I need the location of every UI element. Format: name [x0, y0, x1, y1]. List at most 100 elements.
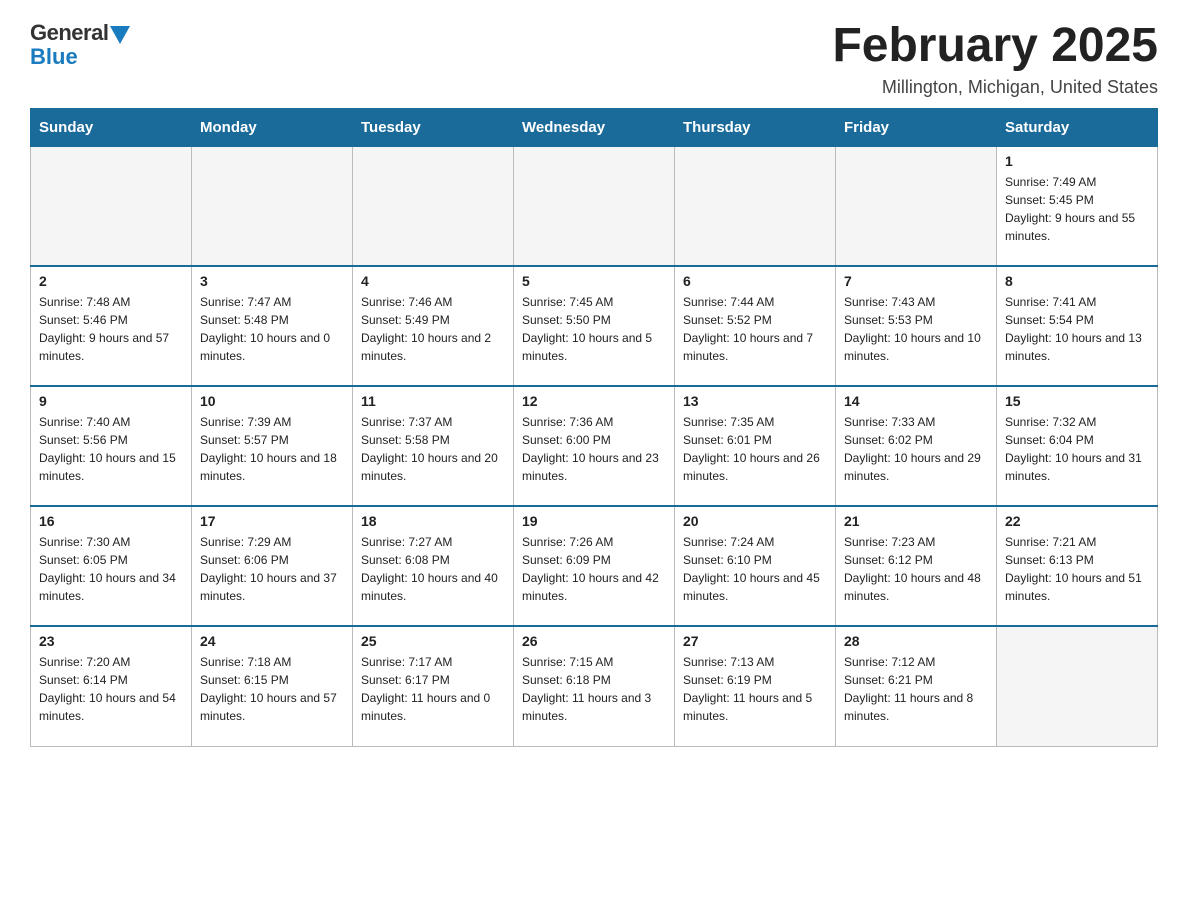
table-row: 13 Sunrise: 7:35 AMSunset: 6:01 PMDayligh… [675, 386, 836, 506]
day-number: 9 [39, 393, 183, 409]
col-sunday: Sunday [31, 108, 192, 146]
table-row: 8 Sunrise: 7:41 AMSunset: 5:54 PMDaylight… [997, 266, 1158, 386]
day-info: Sunrise: 7:15 AMSunset: 6:18 PMDaylight:… [522, 653, 666, 725]
table-row: 27Sunrise: 7:13 AMSunset: 6:19 PMDayligh… [675, 626, 836, 746]
day-number: 5 [522, 273, 666, 289]
day-number: 4 [361, 273, 505, 289]
table-row: 6Sunrise: 7:44 AMSunset: 5:52 PMDaylight… [675, 266, 836, 386]
title-section: February 2025 Millington, Michigan, Unit… [832, 20, 1158, 98]
day-info: Sunrise: 7:35 AMSunset: 6:01 PMDaylight:… [683, 413, 827, 485]
table-row: 17 Sunrise: 7:29 AMSunset: 6:06 PMDayligh… [192, 506, 353, 626]
calendar-subtitle: Millington, Michigan, United States [832, 77, 1158, 98]
calendar-table: Sunday Monday Tuesday Wednesday Thursday… [30, 108, 1158, 747]
day-number: 25 [361, 633, 505, 649]
logo-triangle-icon [110, 26, 130, 44]
day-number: 2 [39, 273, 183, 289]
day-info: Sunrise: 7:39 AMSunset: 5:57 PMDaylight:… [200, 413, 344, 485]
table-row: 4Sunrise: 7:46 AMSunset: 5:49 PMDaylight… [353, 266, 514, 386]
day-info: Sunrise: 7:33 AMSunset: 6:02 PMDaylight:… [844, 413, 988, 485]
day-number: 8 [1005, 273, 1149, 289]
day-number: 17 [200, 513, 344, 529]
day-number: 10 [200, 393, 344, 409]
day-number: 18 [361, 513, 505, 529]
table-row [997, 626, 1158, 746]
day-number: 26 [522, 633, 666, 649]
day-info: Sunrise: 7:41 AMSunset: 5:54 PMDaylight:… [1005, 293, 1149, 365]
calendar-header-row: Sunday Monday Tuesday Wednesday Thursday… [31, 108, 1158, 146]
day-info: Sunrise: 7:21 AMSunset: 6:13 PMDaylight:… [1005, 533, 1149, 605]
table-row: 22 Sunrise: 7:21 AMSunset: 6:13 PMDayligh… [997, 506, 1158, 626]
day-info: Sunrise: 7:23 AMSunset: 6:12 PMDaylight:… [844, 533, 988, 605]
day-number: 21 [844, 513, 988, 529]
day-info: Sunrise: 7:24 AMSunset: 6:10 PMDaylight:… [683, 533, 827, 605]
table-row: 18Sunrise: 7:27 AMSunset: 6:08 PMDayligh… [353, 506, 514, 626]
day-info: Sunrise: 7:44 AMSunset: 5:52 PMDaylight:… [683, 293, 827, 365]
day-info: Sunrise: 7:29 AMSunset: 6:06 PMDaylight:… [200, 533, 344, 605]
table-row: 20 Sunrise: 7:24 AMSunset: 6:10 PMDayligh… [675, 506, 836, 626]
table-row [675, 146, 836, 266]
table-row: 10 Sunrise: 7:39 AMSunset: 5:57 PMDayligh… [192, 386, 353, 506]
col-thursday: Thursday [675, 108, 836, 146]
table-row: 15 Sunrise: 7:32 AMSunset: 6:04 PMDayligh… [997, 386, 1158, 506]
table-row: 1Sunrise: 7:49 AMSunset: 5:45 PMDaylight… [997, 146, 1158, 266]
day-info: Sunrise: 7:12 AMSunset: 6:21 PMDaylight:… [844, 653, 988, 725]
day-number: 12 [522, 393, 666, 409]
table-row: 16Sunrise: 7:30 AMSunset: 6:05 PMDayligh… [31, 506, 192, 626]
day-number: 27 [683, 633, 827, 649]
day-info: Sunrise: 7:32 AMSunset: 6:04 PMDaylight:… [1005, 413, 1149, 485]
col-tuesday: Tuesday [353, 108, 514, 146]
table-row: 3 Sunrise: 7:47 AMSunset: 5:48 PMDaylight… [192, 266, 353, 386]
table-row: 7 Sunrise: 7:43 AMSunset: 5:53 PMDaylight… [836, 266, 997, 386]
day-number: 24 [200, 633, 344, 649]
day-info: Sunrise: 7:43 AMSunset: 5:53 PMDaylight:… [844, 293, 988, 365]
calendar-row: 23 Sunrise: 7:20 AMSunset: 6:14 PMDayligh… [31, 626, 1158, 746]
day-info: Sunrise: 7:17 AMSunset: 6:17 PMDaylight:… [361, 653, 505, 725]
day-number: 3 [200, 273, 344, 289]
logo-blue-text: Blue [30, 44, 78, 70]
col-monday: Monday [192, 108, 353, 146]
day-number: 20 [683, 513, 827, 529]
table-row [31, 146, 192, 266]
day-number: 22 [1005, 513, 1149, 529]
table-row: 19 Sunrise: 7:26 AMSunset: 6:09 PMDayligh… [514, 506, 675, 626]
table-row [514, 146, 675, 266]
day-number: 23 [39, 633, 183, 649]
day-number: 13 [683, 393, 827, 409]
logo: General Blue [30, 20, 130, 70]
table-row: 24Sunrise: 7:18 AMSunset: 6:15 PMDayligh… [192, 626, 353, 746]
calendar-row: 2 Sunrise: 7:48 AMSunset: 5:46 PMDaylight… [31, 266, 1158, 386]
day-number: 19 [522, 513, 666, 529]
logo-general-text: General [30, 20, 108, 46]
page-header: General Blue February 2025 Millington, M… [30, 20, 1158, 98]
day-info: Sunrise: 7:26 AMSunset: 6:09 PMDaylight:… [522, 533, 666, 605]
table-row: 25 Sunrise: 7:17 AMSunset: 6:17 PMDayligh… [353, 626, 514, 746]
calendar-row: 16Sunrise: 7:30 AMSunset: 6:05 PMDayligh… [31, 506, 1158, 626]
table-row: 26 Sunrise: 7:15 AMSunset: 6:18 PMDayligh… [514, 626, 675, 746]
table-row [836, 146, 997, 266]
calendar-title: February 2025 [832, 20, 1158, 73]
day-number: 7 [844, 273, 988, 289]
day-number: 11 [361, 393, 505, 409]
day-number: 16 [39, 513, 183, 529]
table-row: 21 Sunrise: 7:23 AMSunset: 6:12 PMDayligh… [836, 506, 997, 626]
col-friday: Friday [836, 108, 997, 146]
day-info: Sunrise: 7:20 AMSunset: 6:14 PMDaylight:… [39, 653, 183, 725]
calendar-row: 9 Sunrise: 7:40 AMSunset: 5:56 PMDaylight… [31, 386, 1158, 506]
day-info: Sunrise: 7:45 AMSunset: 5:50 PMDaylight:… [522, 293, 666, 365]
table-row: 28 Sunrise: 7:12 AMSunset: 6:21 PMDayligh… [836, 626, 997, 746]
day-number: 14 [844, 393, 988, 409]
day-number: 28 [844, 633, 988, 649]
calendar-row: 1Sunrise: 7:49 AMSunset: 5:45 PMDaylight… [31, 146, 1158, 266]
table-row: 9 Sunrise: 7:40 AMSunset: 5:56 PMDaylight… [31, 386, 192, 506]
day-info: Sunrise: 7:47 AMSunset: 5:48 PMDaylight:… [200, 293, 344, 365]
table-row: 23 Sunrise: 7:20 AMSunset: 6:14 PMDayligh… [31, 626, 192, 746]
day-info: Sunrise: 7:37 AMSunset: 5:58 PMDaylight:… [361, 413, 505, 485]
table-row: 11 Sunrise: 7:37 AMSunset: 5:58 PMDayligh… [353, 386, 514, 506]
day-info: Sunrise: 7:40 AMSunset: 5:56 PMDaylight:… [39, 413, 183, 485]
table-row: 5 Sunrise: 7:45 AMSunset: 5:50 PMDaylight… [514, 266, 675, 386]
table-row: 14 Sunrise: 7:33 AMSunset: 6:02 PMDayligh… [836, 386, 997, 506]
table-row: 2 Sunrise: 7:48 AMSunset: 5:46 PMDaylight… [31, 266, 192, 386]
day-number: 15 [1005, 393, 1149, 409]
col-saturday: Saturday [997, 108, 1158, 146]
day-info: Sunrise: 7:48 AMSunset: 5:46 PMDaylight:… [39, 293, 183, 365]
